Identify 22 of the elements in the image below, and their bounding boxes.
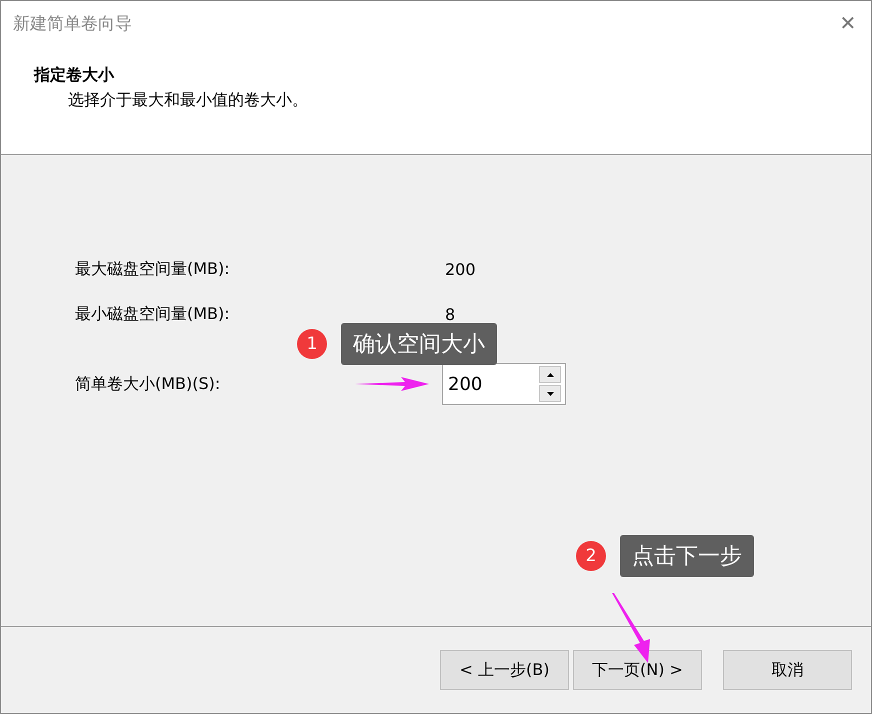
callout-tooltip: 点击下一步: [620, 535, 754, 577]
close-button[interactable]: ✕: [825, 3, 871, 43]
increment-button[interactable]: [539, 366, 561, 383]
wizard-button[interactable]: < 上一步(B): [440, 650, 569, 690]
field-label: 简单卷大小(MB)(S):: [75, 374, 220, 394]
size-spinner[interactable]: 200: [442, 363, 566, 405]
pointer-arrow: [612, 593, 652, 663]
up-arrow-icon: [546, 372, 554, 376]
step-badge: 2: [576, 541, 606, 571]
down-arrow-icon: [546, 392, 554, 396]
field-value: 200: [445, 260, 477, 278]
decrement-button[interactable]: [539, 385, 561, 402]
wizard-button[interactable]: 取消: [723, 650, 852, 690]
callout-tooltip: 确认空间大小: [341, 323, 497, 365]
wizard-button[interactable]: 下一页(N) >: [573, 650, 702, 690]
field-value: 8: [445, 304, 456, 324]
step-badge: 1: [297, 329, 327, 359]
field-label: 最大磁盘空间量(MB):: [75, 258, 230, 280]
page-heading: 指定卷大小: [34, 65, 116, 86]
page-description: 选择介于最大和最小值的卷大小。: [67, 90, 309, 111]
field-label: 最小磁盘空间量(MB):: [75, 304, 230, 324]
window-title: 新建简单卷向导: [13, 12, 132, 34]
